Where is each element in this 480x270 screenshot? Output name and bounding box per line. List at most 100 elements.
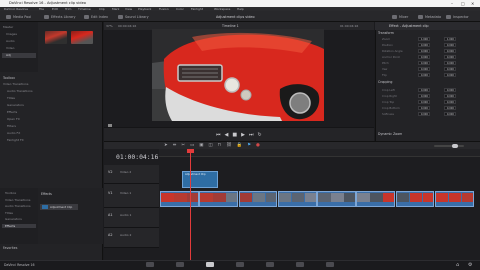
color-page-icon[interactable]: [266, 262, 274, 267]
rows-value-4[interactable]: 0.000: [418, 61, 430, 65]
rows-value-6[interactable]: 0.000: [418, 73, 430, 77]
settings-gear-icon[interactable]: ⚙: [468, 262, 472, 268]
v1-clip-7[interactable]: [434, 191, 474, 207]
flag-icon[interactable]: ⚑: [247, 143, 251, 148]
bin-video[interactable]: Video: [6, 46, 14, 50]
favorites-heading[interactable]: Favorites: [3, 246, 17, 250]
replace-icon[interactable]: ◫: [208, 143, 212, 148]
bin-audio[interactable]: Audio: [6, 39, 15, 43]
play-reverse-icon[interactable]: ◀: [225, 132, 229, 138]
track-name-v1[interactable]: Video 1: [120, 191, 131, 195]
close-icon[interactable]: ✕: [471, 1, 474, 6]
link-icon[interactable]: ⛓: [226, 143, 232, 148]
rows-value-1[interactable]: 0.000: [418, 43, 430, 47]
v1-clip-6[interactable]: [395, 191, 435, 207]
play-icon[interactable]: ▶: [241, 132, 245, 138]
rows-value-2[interactable]: 0.000: [418, 49, 430, 53]
rows-value2-4[interactable]: 0.000: [444, 61, 456, 65]
v1-clip-5[interactable]: [356, 191, 395, 207]
crop_rows-value2-3[interactable]: 0.000: [444, 106, 456, 110]
fx-item-5[interactable]: Open FX: [7, 117, 20, 121]
go-to-start-icon[interactable]: ⏮: [216, 132, 221, 138]
rows-value-3[interactable]: 0.000: [418, 55, 430, 59]
fairlight-page-icon[interactable]: [296, 262, 304, 267]
fx-item-3[interactable]: Generators: [7, 103, 24, 107]
blade-tool-icon[interactable]: ✂: [181, 143, 185, 148]
bin-images[interactable]: Images: [6, 32, 17, 36]
effects-tree-item-3[interactable]: Titles: [2, 211, 36, 215]
loop-icon[interactable]: ↻: [257, 132, 261, 138]
crop_rows-value2-4[interactable]: 0.000: [444, 112, 456, 116]
insert-icon[interactable]: ▭: [190, 143, 194, 148]
media-page-icon[interactable]: [146, 262, 154, 267]
home-icon[interactable]: ⌂: [456, 262, 459, 268]
crop_rows-value2-0[interactable]: 0.000: [444, 88, 456, 92]
effects-tree-item-0[interactable]: Toolbox: [2, 191, 36, 195]
viewer-zoom[interactable]: 37%: [106, 24, 113, 28]
fx-item-0[interactable]: Video Transitions: [3, 82, 28, 86]
go-to-end-icon[interactable]: ⏭: [249, 132, 254, 138]
cut-page-icon[interactable]: [176, 262, 184, 267]
fx-item-1[interactable]: Audio Transitions: [7, 89, 33, 93]
effects-library-button[interactable]: Effects Library: [44, 13, 75, 20]
trim-tool-icon[interactable]: ⇹: [173, 143, 177, 148]
mixer-button[interactable]: Mixer: [392, 13, 408, 20]
bin-master[interactable]: Master: [3, 25, 13, 29]
media-thumbnail-red-car[interactable]: [45, 31, 67, 44]
effects-tree-item-4[interactable]: Generators: [2, 217, 36, 221]
rows-value2-3[interactable]: 0.000: [444, 55, 456, 59]
effects-tree-item-5[interactable]: Effects: [2, 223, 36, 228]
adjustment-clip-item[interactable]: Adjustment Clip: [40, 204, 78, 210]
fx-item-8[interactable]: Fairlight FX: [7, 138, 24, 142]
lock-icon[interactable]: 🔒: [237, 143, 242, 148]
media-pool-button[interactable]: Media Pool: [6, 13, 31, 20]
edit-page-icon[interactable]: [206, 262, 214, 267]
dynamic-zoom-section[interactable]: Dynamic Zoom: [378, 132, 402, 136]
media-thumbnail-clip[interactable]: [71, 31, 93, 44]
viewer-timeline-name[interactable]: Timeline 1: [222, 24, 239, 28]
rows-value-5[interactable]: 0.000: [418, 67, 430, 71]
fx-item-7[interactable]: Audio FX: [7, 131, 20, 135]
selection-tool-icon[interactable]: ➤: [164, 143, 168, 148]
effects-tree-item-1[interactable]: Video Transitions: [2, 198, 36, 202]
crop_rows-value-2[interactable]: 0.000: [418, 100, 430, 104]
metadata-button[interactable]: Metadata: [418, 13, 441, 20]
stop-icon[interactable]: ■: [232, 132, 237, 138]
minimize-icon[interactable]: –: [451, 1, 453, 6]
v1-clip-2[interactable]: [238, 191, 278, 207]
track-name-v2[interactable]: Video 2: [120, 170, 131, 174]
transform-section[interactable]: Transform: [378, 31, 394, 35]
sound-library-button[interactable]: Sound Library: [118, 13, 149, 20]
crop_rows-value-1[interactable]: 0.000: [418, 94, 430, 98]
fusion-page-icon[interactable]: [236, 262, 244, 267]
crop_rows-value2-1[interactable]: 0.000: [444, 94, 456, 98]
rows-value2-5[interactable]: 0.000: [444, 67, 456, 71]
rows-value2-2[interactable]: 0.000: [444, 49, 456, 53]
rows-value2-0[interactable]: 1.000: [444, 37, 456, 41]
rows-value-0[interactable]: 1.000: [418, 37, 430, 41]
v1-clip-3[interactable]: [277, 191, 317, 207]
maximize-icon[interactable]: □: [461, 1, 465, 6]
zoom-slider-handle[interactable]: [452, 144, 458, 148]
fx-item-2[interactable]: Titles: [7, 96, 15, 100]
zoom-slider[interactable]: [434, 144, 464, 148]
crop_rows-value2-2[interactable]: 0.000: [444, 100, 456, 104]
crop_rows-value-3[interactable]: 0.000: [418, 106, 430, 110]
v1-clip-4[interactable]: [317, 191, 356, 207]
cropping-section[interactable]: Cropping: [378, 80, 392, 84]
timeline-ruler[interactable]: [159, 149, 480, 157]
fx-item-4[interactable]: Effects: [7, 110, 17, 114]
playhead[interactable]: [190, 149, 191, 260]
inspector-button[interactable]: Inspector: [446, 13, 469, 20]
track-name-a2[interactable]: Audio 2: [120, 233, 131, 237]
toolbox-heading[interactable]: Toolbox: [3, 76, 15, 80]
v1-clip-0[interactable]: [160, 191, 199, 207]
rows-value2-1[interactable]: 0.000: [444, 43, 456, 47]
marker-icon[interactable]: ●: [256, 143, 260, 148]
crop_rows-value-4[interactable]: 0.000: [418, 112, 430, 116]
playhead-handle[interactable]: [187, 149, 194, 153]
track-name-a1[interactable]: Audio 1: [120, 213, 131, 217]
adjustment-clip[interactable]: Adjustment Clip: [182, 171, 218, 188]
deliver-page-icon[interactable]: [326, 262, 334, 267]
bin-adj[interactable]: Adj: [2, 53, 36, 58]
